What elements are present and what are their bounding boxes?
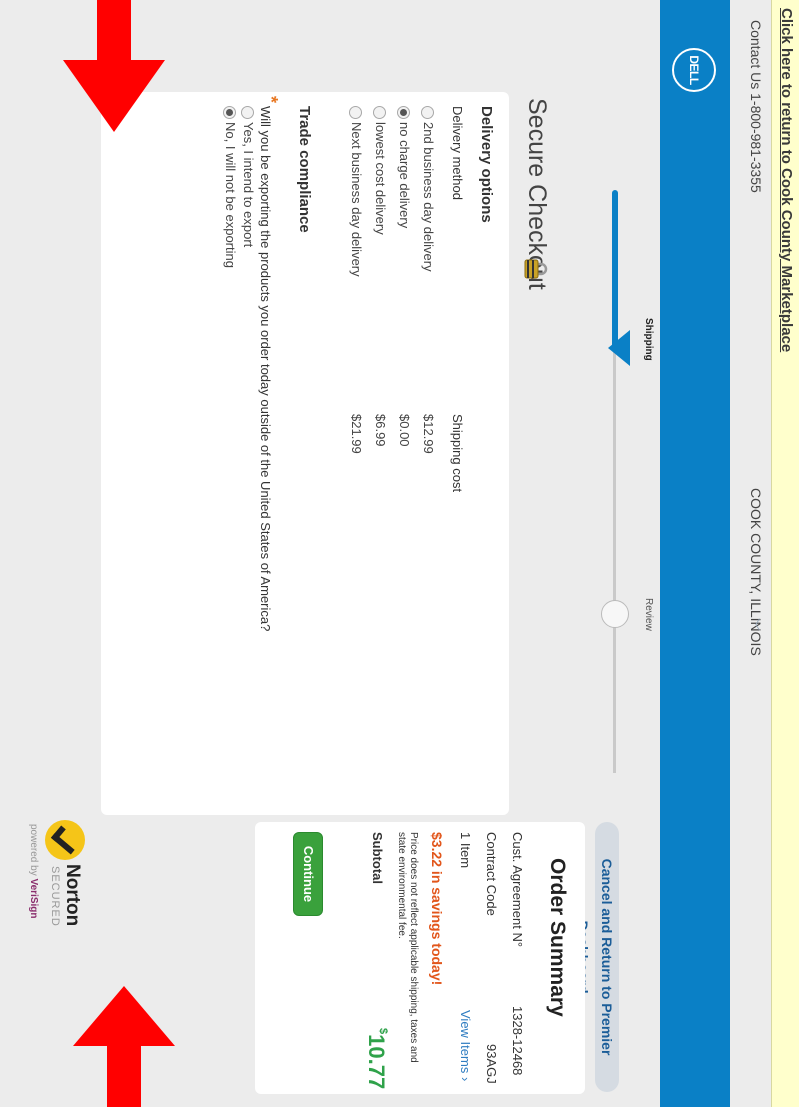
export-option[interactable]: Yes, I intend to export: [237, 92, 257, 815]
contact-us[interactable]: Contact Us 1-800-981-3355: [748, 20, 764, 193]
items-count: 1 Item: [458, 832, 473, 869]
norton-secured: SECURED: [49, 866, 61, 927]
delivery-option[interactable]: 2nd business day delivery $12.99: [417, 92, 437, 815]
header-bar: DELL: [660, 0, 730, 1107]
chevron-down-icon[interactable]: ﹀: [745, 618, 764, 631]
step-review-circle: [601, 600, 629, 628]
cancel-return-button[interactable]: Cancel and Return to Premier Dashboard: [575, 822, 619, 1092]
return-banner: Click here to return to Cook County Mark…: [771, 0, 799, 1107]
delivery-option-cost: $0.00: [397, 414, 412, 447]
red-arrow-icon: [63, 0, 165, 132]
subtotal-label: Subtotal: [370, 832, 385, 884]
delivery-options-title: Delivery options: [478, 106, 495, 223]
delivery-option-cost: $12.99: [421, 414, 436, 454]
delivery-radio[interactable]: [373, 106, 386, 119]
delivery-option-label: Next business day delivery: [349, 122, 364, 277]
delivery-radio[interactable]: [397, 106, 410, 119]
delivery-option-label: 2nd business day delivery: [421, 122, 436, 272]
norton-brand: Norton: [62, 864, 83, 927]
export-radio[interactable]: [241, 106, 254, 119]
rotated-page: Click here to return to Cook County Mark…: [0, 0, 799, 1107]
continue-button[interactable]: Continue: [293, 832, 323, 916]
delivery-option[interactable]: Next business day delivery $21.99: [345, 92, 365, 815]
current-step-marker: [608, 330, 630, 366]
delivery-option-cost: $6.99: [373, 414, 388, 447]
order-summary-card: Order Summary Cust. Agreement N° 1328-12…: [255, 822, 585, 1094]
red-arrow-icon: [73, 986, 175, 1107]
progress-done-track: [612, 190, 618, 348]
delivery-option-label: no charge delivery: [397, 122, 412, 229]
delivery-method-header: Delivery method: [450, 106, 465, 200]
delivery-card: Delivery options Delivery method Shippin…: [101, 92, 509, 815]
subtotal-value: $10.77: [364, 1028, 389, 1090]
delivery-radio[interactable]: [421, 106, 434, 119]
step-shipping-label: Shipping: [643, 318, 654, 361]
delivery-option-cost: $21.99: [349, 414, 364, 454]
step-review-label: Review: [643, 598, 654, 631]
delivery-option[interactable]: no charge delivery $0.00: [393, 92, 413, 815]
savings-text: $3.22 in savings today!: [429, 832, 445, 986]
order-summary-title: Order Summary: [546, 858, 569, 1017]
progress-remaining-track: [613, 348, 616, 773]
export-option-label: No, I will not be exporting: [223, 122, 238, 268]
price-disclaimer: Price does not reflect applicable shippi…: [396, 832, 419, 1063]
export-radio[interactable]: [223, 106, 236, 119]
trade-compliance-title: Trade compliance: [296, 106, 313, 233]
dell-logo[interactable]: DELL: [672, 48, 716, 92]
return-link[interactable]: Click here to return to Cook County Mark…: [778, 8, 795, 352]
lock-icon: [524, 259, 548, 279]
agreement-label: Cust. Agreement N°: [510, 832, 525, 948]
contract-label: Contract Code: [484, 832, 499, 916]
required-mark: *: [261, 96, 281, 104]
export-option-label: Yes, I intend to export: [241, 122, 256, 248]
delivery-option[interactable]: lowest cost delivery $6.99: [369, 92, 389, 815]
norton-check-icon: [45, 820, 85, 860]
norton-powered-by: powered by VeriSign: [28, 824, 39, 919]
export-option[interactable]: No, I will not be exporting: [219, 92, 239, 815]
delivery-option-label: lowest cost delivery: [373, 122, 388, 235]
agreement-value: 1328-12468: [510, 1006, 525, 1076]
delivery-radio[interactable]: [349, 106, 362, 119]
shipping-cost-header: Shipping cost: [450, 414, 465, 493]
contact-bar: Contact Us 1-800-981-3355 COOK COUNTY, I…: [736, 0, 772, 1107]
view-items-link[interactable]: View Items ›: [458, 1010, 473, 1081]
contract-value: 93AGJ: [484, 1044, 499, 1084]
export-question: Will you be exporting the products you o…: [258, 106, 273, 632]
norton-seal[interactable]: Norton SECURED powered by VeriSign: [19, 820, 89, 960]
